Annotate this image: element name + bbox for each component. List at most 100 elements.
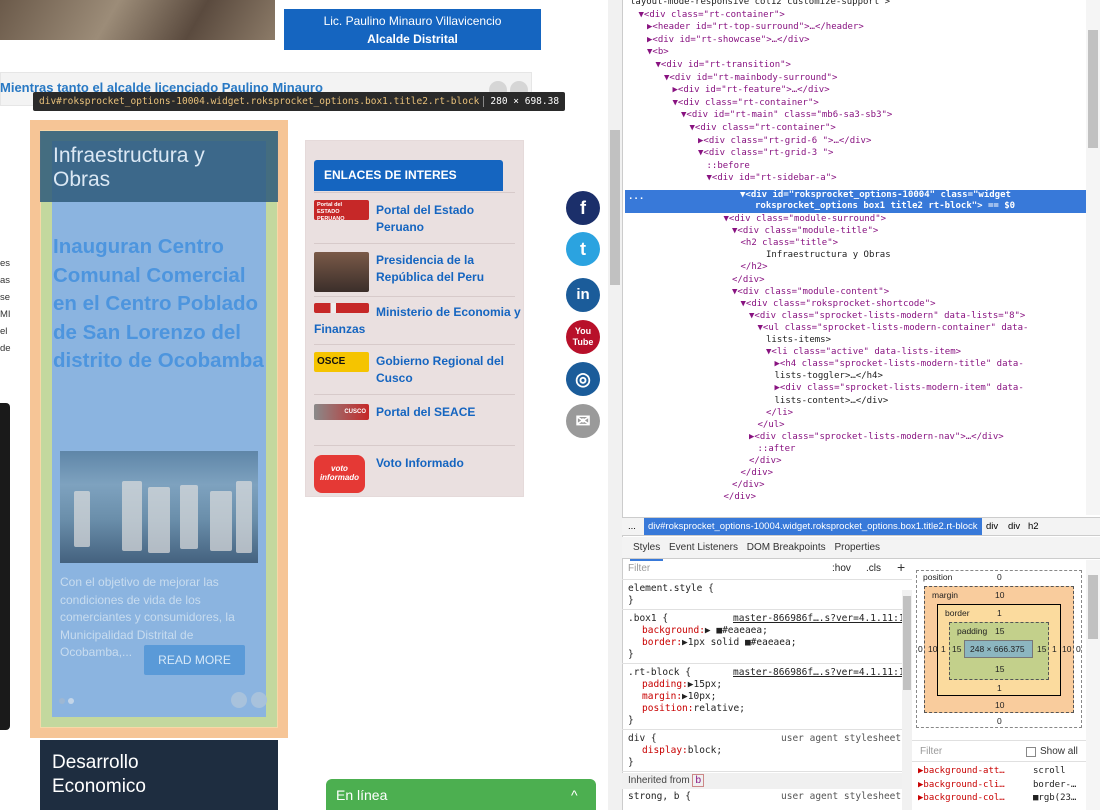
- css-rule-selector[interactable]: div {: [628, 733, 657, 745]
- dom-node-line[interactable]: lists-items>: [766, 335, 831, 347]
- boxmodel-margin-value[interactable]: 10: [995, 590, 1004, 600]
- boxmodel-bottom-position[interactable]: 0: [997, 716, 1002, 726]
- dom-node-line[interactable]: ▶<header id="rt-top-surround">…</header>: [647, 22, 864, 34]
- dom-node-line[interactable]: ▼<div id="rt-transition">: [656, 60, 791, 72]
- dom-node-line[interactable]: ▼<div class="roksprocket-shortcode">: [741, 299, 936, 311]
- computed-property[interactable]: ▶background-col… ■rgb(23…: [918, 792, 1076, 806]
- dom-node-line[interactable]: ▼<li class="active" data-lists-item>: [766, 347, 961, 359]
- add-rule-button[interactable]: +: [897, 558, 905, 576]
- dom-node-line[interactable]: Infraestructura y Obras: [766, 250, 891, 262]
- boxmodel-left-position[interactable]: 0: [918, 644, 923, 654]
- inherited-tag-link[interactable]: b: [692, 774, 705, 787]
- dom-node-line[interactable]: </div>: [732, 480, 765, 492]
- dom-node-line[interactable]: ▼<div class="module-surround">: [724, 214, 887, 226]
- twitter-icon[interactable]: t: [566, 232, 600, 266]
- pager-dot[interactable]: [68, 698, 74, 704]
- css-rule-source[interactable]: master-866986f….s?ver=4.1.11:1: [733, 613, 905, 625]
- page-scrollbar[interactable]: [608, 0, 622, 810]
- dom-node-line[interactable]: ▼<ul class="sprocket-lists-modern-contai…: [758, 323, 1029, 335]
- boxmodel-border-value[interactable]: 1: [997, 608, 1002, 618]
- css-property[interactable]: padding:▶15px;: [642, 679, 722, 691]
- css-rule-selector[interactable]: .box1 {: [628, 613, 668, 625]
- boxmodel-padding-value[interactable]: 15: [995, 626, 1004, 636]
- boxmodel-left-border[interactable]: 1: [941, 644, 946, 654]
- link-voto-informado[interactable]: Voto Informado: [376, 455, 516, 472]
- dom-node-line[interactable]: lists-toggler>…</h4>: [775, 371, 883, 383]
- dom-node-line[interactable]: ▼<div class="module-title">: [732, 226, 878, 238]
- boxmodel-left-padding[interactable]: 15: [952, 644, 961, 654]
- slider-next-button[interactable]: [251, 692, 267, 708]
- dom-node-line[interactable]: </li>: [766, 408, 793, 420]
- dom-node-line[interactable]: <h2 class="title">: [741, 238, 839, 250]
- hov-toggle[interactable]: :hov: [832, 560, 851, 578]
- selected-dom-node[interactable]: ... ▼<div id="roksprocket_options-10004"…: [625, 190, 1100, 213]
- dom-node-line[interactable]: ▶<div class="rt-grid-6 ">…</div>: [698, 136, 871, 148]
- computed-scrollbar-thumb[interactable]: [1088, 575, 1098, 639]
- boxmodel-right-border[interactable]: 1: [1052, 644, 1057, 654]
- css-rule-selector[interactable]: strong, b {: [628, 791, 691, 803]
- article-image[interactable]: [60, 451, 258, 563]
- computed-filter-input[interactable]: Filter: [920, 741, 942, 763]
- boxmodel-bottom-margin[interactable]: 10: [995, 700, 1004, 710]
- dom-node-line[interactable]: ▶<div id="rt-feature">…</div>: [673, 85, 830, 97]
- boxmodel-content-size[interactable]: 248 × 666.375: [970, 644, 1025, 654]
- css-rule-selector[interactable]: element.style {: [628, 583, 714, 595]
- boxmodel-left-margin[interactable]: 10: [928, 644, 937, 654]
- dom-node-line[interactable]: </div>: [749, 456, 782, 468]
- facebook-icon[interactable]: f: [566, 191, 600, 225]
- read-more-button[interactable]: READ MORE: [144, 645, 245, 675]
- dom-node-line[interactable]: ▼<div class="rt-grid-3 ">: [698, 148, 833, 160]
- dom-scrollbar-thumb[interactable]: [1088, 30, 1098, 148]
- email-icon[interactable]: ✉: [566, 404, 600, 438]
- css-property[interactable]: display:block;: [642, 745, 722, 757]
- dom-node-line[interactable]: </div>: [724, 492, 757, 504]
- dom-node-line[interactable]: lists-content>…</div>: [775, 396, 889, 408]
- pager-dot-active[interactable]: [59, 698, 65, 704]
- boxmodel-bottom-padding[interactable]: 15: [995, 664, 1004, 674]
- link-presidencia[interactable]: Presidencia de la República del Peru: [376, 252, 516, 286]
- breadcrumb-item[interactable]: div: [986, 518, 998, 536]
- dom-node-line[interactable]: ▼<div class="sprocket-lists-modern" data…: [749, 311, 1025, 323]
- chevron-up-icon[interactable]: ^: [571, 779, 578, 810]
- css-rule-source[interactable]: master-866986f….s?ver=4.1.11:1: [733, 667, 905, 679]
- tab-properties[interactable]: Properties: [831, 537, 883, 559]
- presidente-photo[interactable]: [314, 252, 369, 292]
- dom-node-line[interactable]: ▼<div id="rt-main" class="mb6-sa3-sb3">: [681, 110, 892, 122]
- breadcrumb-active[interactable]: div#roksprocket_options-10004.widget.rok…: [644, 518, 982, 535]
- css-rule-selector[interactable]: .rt-block {: [628, 667, 691, 679]
- css-property[interactable]: position:relative;: [642, 703, 745, 715]
- tab-dom-breakpoints[interactable]: DOM Breakpoints: [744, 537, 829, 559]
- dom-node-line[interactable]: </div>: [741, 468, 774, 480]
- link-gobierno-regional[interactable]: Gobierno Regional del Cusco: [376, 353, 516, 387]
- dom-node-line[interactable]: ▶<h4 class="sprocket-lists-modern-title"…: [775, 359, 1024, 371]
- boxmodel-right-padding[interactable]: 15: [1037, 644, 1046, 654]
- dom-node-line[interactable]: ▶<div class="sprocket-lists-modern-item"…: [775, 383, 1024, 395]
- dom-node-line[interactable]: ::before: [707, 161, 750, 173]
- tab-styles[interactable]: Styles: [630, 537, 664, 561]
- styles-filter-input[interactable]: Filter: [628, 560, 650, 578]
- boxmodel-right-margin[interactable]: 10: [1062, 644, 1071, 654]
- computed-property[interactable]: ▶background-att… scroll: [918, 765, 1066, 779]
- linkedin-icon[interactable]: in: [566, 278, 600, 312]
- link-seace[interactable]: Portal del SEACE: [376, 404, 516, 421]
- dom-node-line[interactable]: ▼<div class="rt-container">: [673, 98, 819, 110]
- cls-toggle[interactable]: .cls: [866, 560, 881, 578]
- breadcrumb-overflow[interactable]: ...: [628, 521, 636, 532]
- dom-node-line[interactable]: ▼<div class="rt-container">: [639, 10, 785, 22]
- dom-node-line[interactable]: </h2>: [741, 262, 768, 274]
- dom-node-line[interactable]: </ul>: [758, 420, 785, 432]
- computed-property[interactable]: ▶background-cli… border-…: [918, 779, 1076, 793]
- dom-node-line[interactable]: ▶<div class="sprocket-lists-modern-nav">…: [749, 432, 1004, 444]
- page-scrollbar-thumb[interactable]: [610, 130, 620, 285]
- youtube-icon[interactable]: You Tube: [566, 320, 600, 354]
- link-ministerio-label[interactable]: Ministerio de Economia y Finanzas: [314, 304, 524, 338]
- cusco-logo[interactable]: CUSCO: [314, 404, 369, 420]
- link-portal-estado[interactable]: Portal del Estado Peruano: [376, 202, 516, 236]
- dom-node-line[interactable]: ▼<div class="module-content">: [732, 287, 889, 299]
- show-all-checkbox[interactable]: [1026, 747, 1036, 757]
- dom-node-line[interactable]: layout-mode-responsive col12 customize-s…: [630, 0, 890, 9]
- css-property[interactable]: border:▶1px solid ■#eaeaea;: [642, 637, 796, 649]
- osce-logo[interactable]: OSCE: [314, 352, 369, 372]
- css-property[interactable]: margin:▶10px;: [642, 691, 716, 703]
- instagram-icon[interactable]: ◎: [566, 362, 600, 396]
